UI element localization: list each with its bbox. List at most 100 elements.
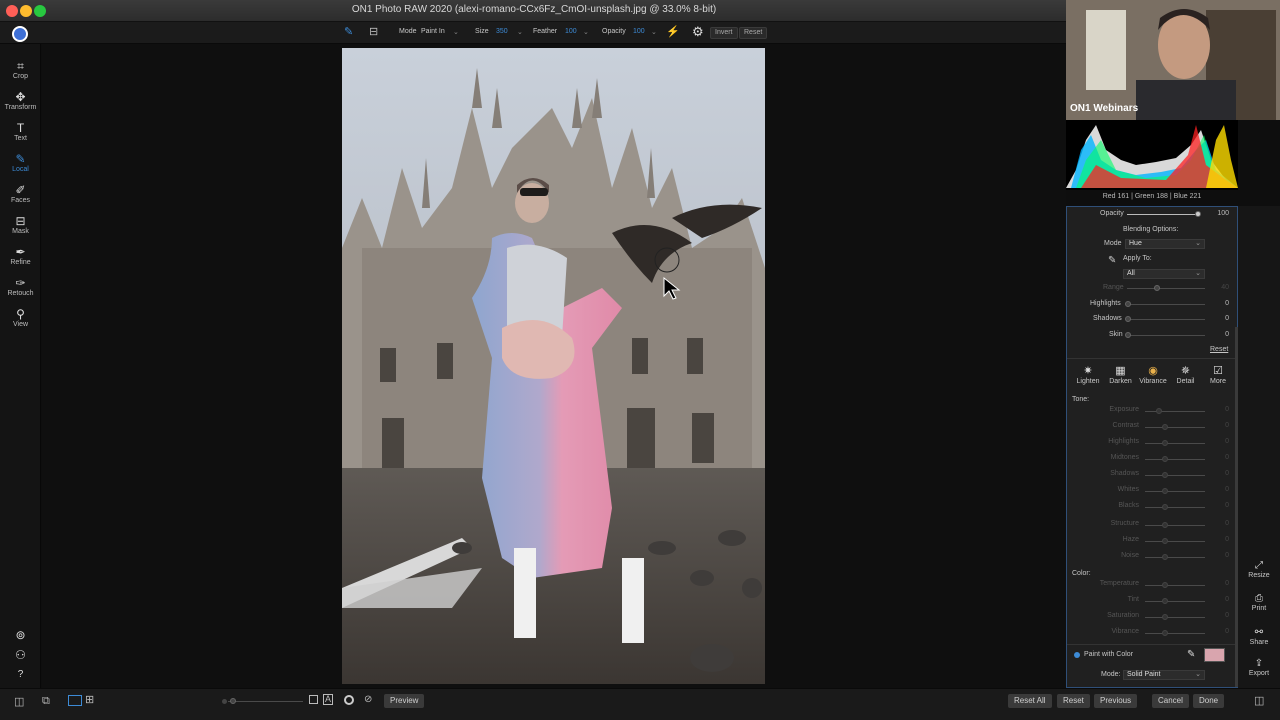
layers-icon[interactable]: ⊚ — [0, 628, 41, 642]
slider-knob[interactable] — [1162, 598, 1168, 604]
slider-knob[interactable] — [1162, 614, 1168, 620]
toggle-left-panel-icon[interactable]: ◫ — [14, 695, 24, 708]
mode-dropdown[interactable]: Paint In — [421, 28, 445, 35]
slider-value[interactable]: 0 — [1209, 486, 1229, 493]
tool-view[interactable]: ⚲ View — [0, 307, 41, 328]
zoom-slider-min[interactable] — [222, 699, 227, 704]
tool-faces[interactable]: ✐ Faces — [0, 183, 41, 204]
tool-text[interactable]: T Text — [0, 121, 41, 142]
eyedropper-icon[interactable]: ✎ — [1187, 649, 1195, 660]
export-button[interactable]: ⇪ Export — [1238, 658, 1280, 677]
brush-settings-icon[interactable]: ⊟ — [369, 25, 378, 38]
skin-slider-knob[interactable] — [1125, 332, 1131, 338]
tool-crop[interactable]: ⌗ Crop — [0, 59, 41, 80]
range-value[interactable]: 40 — [1209, 284, 1229, 291]
highlights-slider-knob[interactable] — [1125, 301, 1131, 307]
opacity-value[interactable]: 100 — [633, 28, 645, 35]
overlay-icon[interactable] — [344, 695, 354, 705]
preset-lighten[interactable]: ✷ Lighten — [1073, 364, 1103, 392]
auto-icon[interactable]: A — [323, 694, 334, 705]
slider-track[interactable] — [1145, 411, 1205, 412]
slider-knob[interactable] — [1162, 582, 1168, 588]
range-slider-knob[interactable] — [1154, 285, 1160, 291]
panel-reset-link[interactable]: Reset — [1210, 346, 1228, 353]
tool-retouch[interactable]: ✑ Retouch — [0, 276, 41, 297]
slider-value[interactable]: 0 — [1209, 502, 1229, 509]
slider-value[interactable]: 0 — [1209, 422, 1229, 429]
magic-wand-icon[interactable]: ⚡ — [666, 25, 680, 38]
opacity-slider-knob[interactable] — [1195, 211, 1201, 217]
slider-knob[interactable] — [1162, 522, 1168, 528]
slider-knob[interactable] — [1162, 630, 1168, 636]
slider-value[interactable]: 0 — [1209, 552, 1229, 559]
slider-track[interactable] — [1145, 491, 1205, 492]
eyedropper-icon[interactable]: ✎ — [1108, 255, 1116, 266]
slider-track[interactable] — [1145, 585, 1205, 586]
preset-vibrance[interactable]: ◉ Vibrance — [1138, 364, 1168, 392]
slider-knob[interactable] — [1162, 456, 1168, 462]
slider-value[interactable]: 0 — [1209, 596, 1229, 603]
slider-track[interactable] — [1145, 475, 1205, 476]
paint-color-swatch[interactable] — [1204, 648, 1225, 662]
chevron-down-icon[interactable]: ⌄ — [517, 28, 523, 36]
shadows-value[interactable]: 0 — [1209, 315, 1229, 322]
slider-track[interactable] — [1145, 427, 1205, 428]
slider-value[interactable]: 0 — [1209, 406, 1229, 413]
slider-knob[interactable] — [1162, 504, 1168, 510]
apply-to-dropdown[interactable]: All ⌄ — [1123, 269, 1205, 279]
slider-track[interactable] — [1145, 601, 1205, 602]
slider-track[interactable] — [1145, 633, 1205, 634]
blend-mode-dropdown[interactable]: Hue ⌄ — [1125, 239, 1205, 249]
slider-knob[interactable] — [1162, 538, 1168, 544]
slider-track[interactable] — [1145, 459, 1205, 460]
resize-button[interactable]: ⤢ Resize — [1238, 560, 1280, 579]
preset-detail[interactable]: ✵ Detail — [1171, 364, 1201, 392]
cancel-button[interactable]: Cancel — [1152, 694, 1189, 708]
opacity-value[interactable]: 100 — [1209, 210, 1229, 217]
tool-transform[interactable]: ✥ Transform — [0, 90, 41, 111]
reset-all-button[interactable]: Reset All — [1008, 694, 1052, 708]
slider-track[interactable] — [1145, 507, 1205, 508]
chevron-down-icon[interactable]: ⌄ — [583, 28, 589, 36]
chevron-down-icon[interactable]: ⌄ — [651, 28, 657, 36]
preset-more[interactable]: ☑ More — [1203, 364, 1233, 392]
done-button[interactable]: Done — [1193, 694, 1225, 708]
slider-value[interactable]: 0 — [1209, 454, 1229, 461]
gear-icon[interactable]: ⚙ — [692, 24, 704, 40]
slider-track[interactable] — [1145, 541, 1205, 542]
highlights-value[interactable]: 0 — [1209, 300, 1229, 307]
paint-mode-dropdown[interactable]: Solid Paint ⌄ — [1123, 670, 1205, 680]
range-slider[interactable] — [1127, 288, 1205, 289]
tool-local[interactable]: ✎ Local — [0, 152, 41, 173]
tool-mask[interactable]: ⊟ Mask — [0, 214, 41, 235]
split-view-icon[interactable]: ⊞ — [85, 695, 94, 706]
reset-button[interactable]: Reset — [1057, 694, 1090, 708]
slider-knob[interactable] — [1162, 440, 1168, 446]
slider-knob[interactable] — [1162, 424, 1168, 430]
slider-knob[interactable] — [1162, 488, 1168, 494]
slider-value[interactable]: 0 — [1209, 438, 1229, 445]
preview-button[interactable]: Preview — [384, 694, 425, 708]
slider-value[interactable]: 0 — [1209, 612, 1229, 619]
single-view-icon[interactable] — [68, 695, 82, 706]
zoom-slider-knob[interactable] — [230, 698, 236, 704]
shadows-slider-knob[interactable] — [1125, 316, 1131, 322]
preset-darken[interactable]: ▦ Darken — [1106, 364, 1136, 392]
chevron-down-icon[interactable]: ⌄ — [453, 28, 459, 36]
slider-value[interactable]: 0 — [1209, 580, 1229, 587]
person-icon[interactable]: ⚇ — [0, 648, 41, 662]
slider-value[interactable]: 0 — [1209, 628, 1229, 635]
slider-knob[interactable] — [1156, 408, 1162, 414]
photo-preview[interactable] — [342, 48, 765, 684]
highlights-slider[interactable] — [1127, 304, 1205, 305]
share-button[interactable]: ⚯ Share — [1238, 627, 1280, 646]
reset-button[interactable]: Reset — [739, 27, 768, 39]
feather-value[interactable]: 100 — [565, 28, 577, 35]
slider-track[interactable] — [1145, 525, 1205, 526]
help-icon[interactable]: ? — [0, 668, 41, 682]
size-value[interactable]: 350 — [496, 28, 508, 35]
opacity-slider[interactable] — [1127, 214, 1197, 215]
skin-value[interactable]: 0 — [1209, 331, 1229, 338]
shadows-slider[interactable] — [1127, 319, 1205, 320]
slider-value[interactable]: 0 — [1209, 520, 1229, 527]
